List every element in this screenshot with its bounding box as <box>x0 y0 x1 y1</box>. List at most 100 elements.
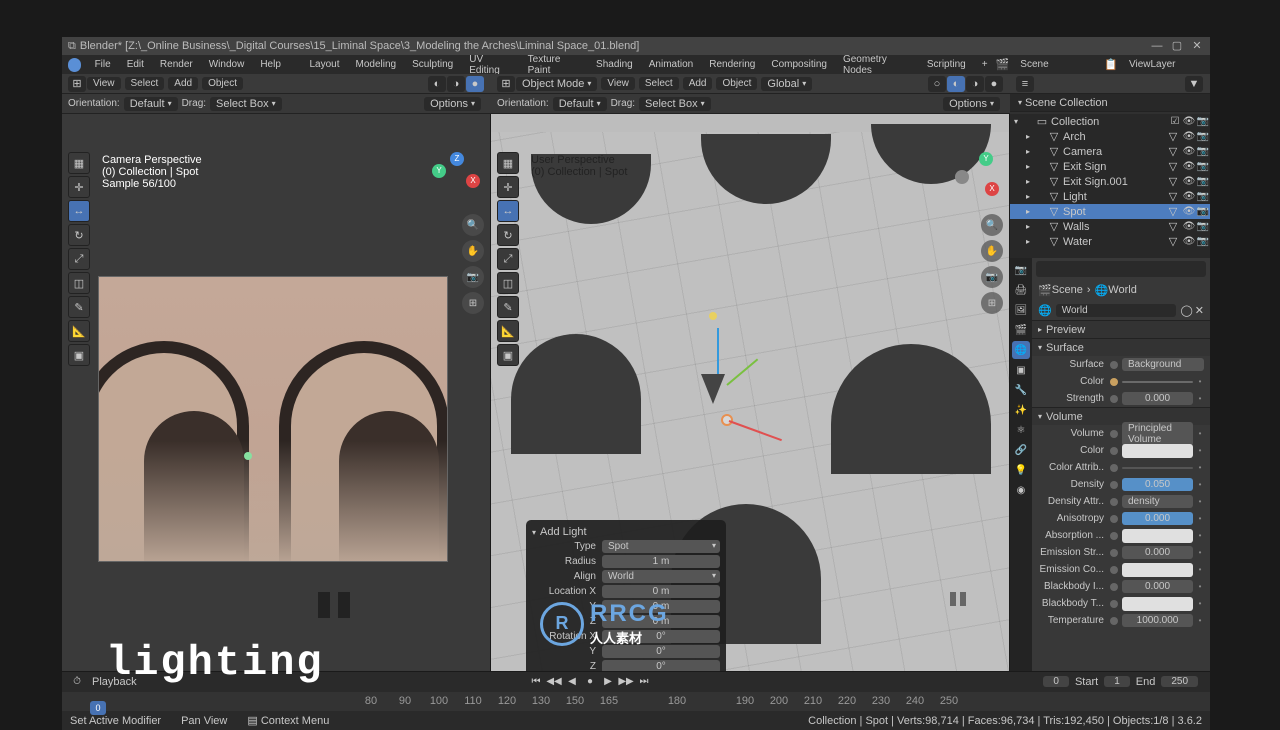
left-viewport[interactable]: Camera Perspective (0) Collection | Spot… <box>62 114 491 671</box>
surface-section[interactable]: ▾Surface <box>1032 338 1210 356</box>
shading-material-icon[interactable]: ◑ <box>966 76 984 92</box>
shading-rendered-icon[interactable]: ● <box>466 76 484 92</box>
tab-sculpting[interactable]: Sculpting <box>404 59 461 70</box>
menu-file[interactable]: File <box>87 59 119 70</box>
add-light-y[interactable]: 0 m <box>602 600 720 613</box>
prop-density-attr-[interactable]: density <box>1122 495 1193 508</box>
menu-window[interactable]: Window <box>201 59 253 70</box>
prop-blackbody-i-[interactable]: 0.000 <box>1122 580 1193 593</box>
menu-select[interactable]: Select <box>125 77 165 90</box>
surface-value[interactable]: Background <box>1122 358 1204 371</box>
close-button[interactable]: ✕ <box>1190 39 1204 53</box>
jump-end-icon[interactable]: ⏭ <box>635 674 653 690</box>
physics-tab-icon[interactable]: ⚛ <box>1012 421 1030 439</box>
tab-add[interactable]: + <box>974 59 996 70</box>
persp-icon[interactable]: ⊞ <box>462 292 484 314</box>
cursor-tool[interactable]: ✛ <box>68 176 90 198</box>
object-tab-icon[interactable]: ▣ <box>1012 361 1030 379</box>
editor-type-icon[interactable]: ⊞ <box>68 76 86 92</box>
viewlayer-tab-icon[interactable]: 🖼 <box>1012 301 1030 319</box>
add-light-type[interactable]: Spot <box>602 540 720 553</box>
menu-object[interactable]: Object <box>202 77 243 90</box>
zoom-icon[interactable]: 🔍 <box>462 214 484 236</box>
menu-edit[interactable]: Edit <box>119 59 152 70</box>
outliner-item-exit-sign-001[interactable]: ▸▽Exit Sign.001▽👁📷 <box>1010 174 1210 189</box>
tab-scripting[interactable]: Scripting <box>919 59 974 70</box>
outliner-item-camera[interactable]: ▸▽Camera▽👁📷 <box>1010 144 1210 159</box>
select-box-tool[interactable]: ▦ <box>68 152 90 174</box>
spot-light-icon[interactable] <box>701 374 725 404</box>
render-tab-icon[interactable]: 📷 <box>1012 261 1030 279</box>
tab-geonodes[interactable]: Geometry Nodes <box>835 54 919 76</box>
keyframe-next-icon[interactable]: ▶▶ <box>617 674 635 690</box>
scale-tool[interactable]: ⤢ <box>68 248 90 270</box>
annotate-tool[interactable]: ✎ <box>68 296 90 318</box>
add-light-z[interactable]: 0 m <box>602 615 720 628</box>
orientation-value[interactable]: Default▾ <box>124 97 178 111</box>
timeline-ruler[interactable]: 0 8090100 110120130 150165 180190 200210… <box>62 692 1210 712</box>
add-light-radius[interactable]: 1 m <box>602 555 720 568</box>
menu-object[interactable]: Object <box>716 77 757 90</box>
scene-dropdown[interactable]: Scene <box>1014 58 1099 71</box>
outliner-editor-icon[interactable]: ≡ <box>1016 76 1034 92</box>
prop-density[interactable]: 0.050 <box>1122 478 1193 491</box>
pan-icon[interactable]: ✋ <box>981 240 1003 262</box>
preview-section[interactable]: ▸Preview <box>1032 320 1210 338</box>
mode-dropdown[interactable]: Object Mode▾ <box>516 77 597 91</box>
collection-row[interactable]: ▾ ▭ Collection ☑👁📷 <box>1010 114 1210 129</box>
record-icon[interactable]: ● <box>581 674 599 690</box>
add-tool[interactable]: ▣ <box>497 344 519 366</box>
outliner-item-water[interactable]: ▸▽Water▽👁📷 <box>1010 234 1210 249</box>
add-light-z[interactable]: 0° <box>602 660 720 671</box>
outliner-item-spot[interactable]: ▸▽Spot▽👁📷 <box>1010 204 1210 219</box>
shading-solid-icon[interactable]: ◐ <box>428 76 446 92</box>
scale-tool[interactable]: ⤢ <box>497 248 519 270</box>
menu-select[interactable]: Select <box>639 77 679 90</box>
playhead[interactable]: 0 <box>90 701 106 715</box>
options-dropdown[interactable]: Options▾ <box>424 97 481 111</box>
persp-icon[interactable]: ⊞ <box>981 292 1003 314</box>
orientation-value[interactable]: Default▾ <box>553 97 607 111</box>
prop-emission-co-[interactable] <box>1122 563 1193 577</box>
modifier-tab-icon[interactable]: 🔧 <box>1012 381 1030 399</box>
pan-icon[interactable]: ✋ <box>462 240 484 262</box>
editor-type-icon[interactable]: ⊞ <box>497 76 515 92</box>
transform-tool[interactable]: ◫ <box>497 272 519 294</box>
menu-add[interactable]: Add <box>168 77 198 90</box>
drag-value[interactable]: Select Box▾ <box>639 97 711 111</box>
options-dropdown[interactable]: Options▾ <box>943 97 1000 111</box>
property-search[interactable] <box>1036 261 1206 277</box>
shading-wire-icon[interactable]: ○ <box>928 76 946 92</box>
nav-gizmo[interactable]: Y X Z <box>432 152 480 200</box>
tab-compositing[interactable]: Compositing <box>763 59 835 70</box>
cursor-tool[interactable]: ✛ <box>497 176 519 198</box>
filter-icon[interactable]: ▼ <box>1185 76 1203 92</box>
add-light-align[interactable]: World <box>602 570 720 583</box>
panel-title[interactable]: Add Light <box>540 526 586 538</box>
menu-help[interactable]: Help <box>252 59 289 70</box>
tab-shading[interactable]: Shading <box>588 59 641 70</box>
annotate-tool[interactable]: ✎ <box>497 296 519 318</box>
prop-anisotropy[interactable]: 0.000 <box>1122 512 1193 525</box>
new-world-button[interactable]: ◯ <box>1180 304 1192 317</box>
play-rev-icon[interactable]: ◀ <box>563 674 581 690</box>
tab-layout[interactable]: Layout <box>301 59 347 70</box>
end-frame[interactable]: 250 <box>1161 676 1198 687</box>
select-box-tool[interactable]: ▦ <box>497 152 519 174</box>
tab-rendering[interactable]: Rendering <box>701 59 763 70</box>
rotate-tool[interactable]: ↻ <box>68 224 90 246</box>
world-dropdown[interactable]: World <box>1056 304 1177 317</box>
prop-color-attrib-[interactable] <box>1122 467 1193 469</box>
menu-render[interactable]: Render <box>152 59 201 70</box>
add-light-rotation-x[interactable]: 0° <box>602 630 720 643</box>
transform-tool[interactable]: ◫ <box>68 272 90 294</box>
unlink-button[interactable]: ✕ <box>1195 304 1204 317</box>
prop-emission-str-[interactable]: 0.000 <box>1122 546 1193 559</box>
outliner-item-walls[interactable]: ▸▽Walls▽👁📷 <box>1010 219 1210 234</box>
outliner-item-light[interactable]: ▸▽Light▽👁📷 <box>1010 189 1210 204</box>
gizmo-handle[interactable] <box>709 312 717 320</box>
right-viewport[interactable]: User Perspective (0) Collection | Spot ▦… <box>491 114 1010 671</box>
camera-icon[interactable]: 📷 <box>981 266 1003 288</box>
surface-strength[interactable]: 0.000 <box>1122 392 1193 405</box>
output-tab-icon[interactable]: 🖨 <box>1012 281 1030 299</box>
